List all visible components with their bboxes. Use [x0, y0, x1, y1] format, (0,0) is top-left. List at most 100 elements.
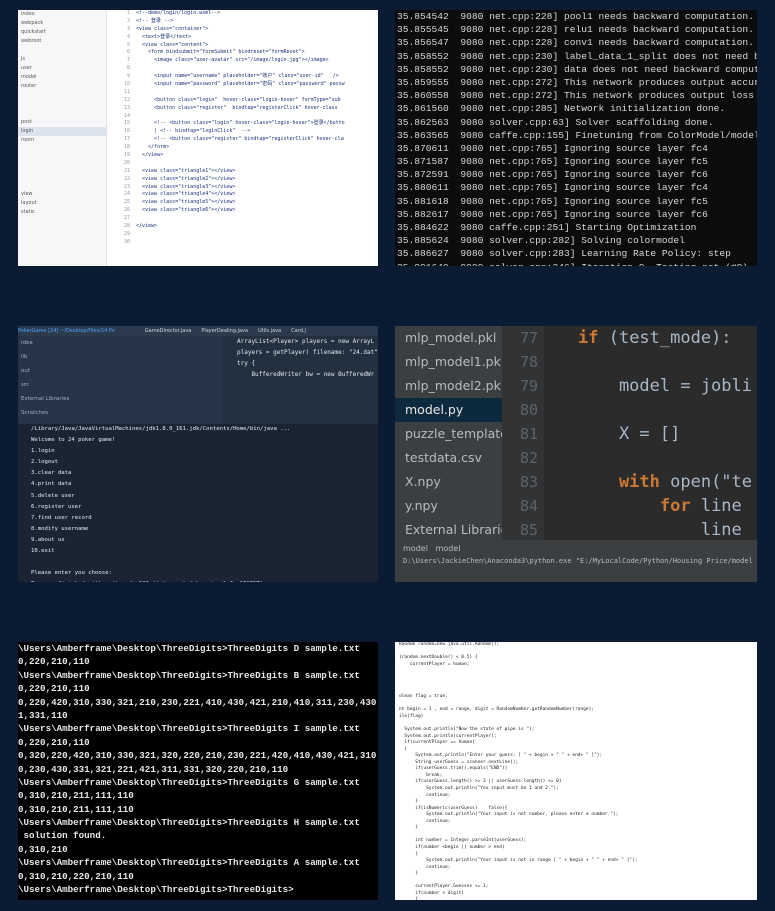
code-keyword: for: [578, 496, 691, 516]
run-panel: model model D:\Users\JackieChen\Anaconda…: [395, 540, 757, 582]
console-line: 7.find user record: [31, 514, 92, 521]
file-tree-item: [18, 109, 106, 118]
line-number: 6: [126, 49, 130, 56]
editor-tab[interactable]: PlayerDealing.java: [201, 328, 248, 334]
console-line: 35.880611 9080 net.cpp:765] Ignoring sou…: [397, 182, 708, 194]
file-item[interactable]: mlp_model1.pkl: [395, 350, 504, 374]
file-tree: index webpack quickstart webroot js user model…: [18, 10, 107, 266]
code-line: <text>登录</text>: [136, 33, 192, 40]
file-tree-item: [18, 91, 106, 100]
code-line: <!-- <button class="register" bindtap="r…: [136, 136, 344, 143]
run-tab-1[interactable]: model: [403, 544, 428, 553]
project-item: out: [21, 368, 31, 374]
file-tree-item: [18, 226, 106, 235]
console-line: 35.858552 9080 net.cpp:230] label_data_1…: [397, 50, 757, 62]
code-line: <view class="triangle3"></view>: [136, 183, 236, 190]
code-line: {: [399, 897, 418, 900]
file-tree-item: webroot: [21, 38, 42, 44]
line-number: 83: [519, 473, 538, 491]
line-number: 13: [123, 104, 130, 111]
code-keyword: with: [578, 472, 660, 492]
line-number: 14: [123, 112, 130, 119]
line-number: 1: [126, 10, 130, 16]
console-line: 35.870611 9080 net.cpp:765] Ignoring sou…: [397, 142, 708, 154]
code-line: X = []: [544, 422, 757, 446]
console-line: 0,220,420,310,330,321,210,230,221,410,43…: [18, 696, 377, 708]
code-line: <view class="triangle5"></view>: [136, 199, 236, 206]
console-line: Process finished with exit code 130 (int…: [18, 579, 378, 582]
file-tree-item: js: [21, 56, 25, 62]
project-item: lib: [21, 354, 28, 360]
console-line: 5.delete user: [31, 492, 75, 499]
console-line: \Users\Amberframe\Desktop\ThreeDigits>Th…: [18, 817, 360, 829]
code-line: </view>: [136, 223, 158, 230]
code-text: model = jobli: [578, 376, 752, 396]
file-item[interactable]: mlp_model2.pkl: [395, 374, 504, 398]
console-line: \Users\Amberframe\Desktop\ThreeDigits>Th…: [18, 884, 294, 896]
run-tab-2[interactable]: model: [436, 544, 461, 553]
line-number: 4: [126, 33, 130, 40]
code-line: <input name="password" placeholder="密码" …: [136, 81, 345, 88]
editor-tab[interactable]: Card.j: [291, 328, 306, 334]
file-item[interactable]: model.py: [395, 398, 502, 422]
file-tree-item: [18, 163, 106, 172]
line-number: 15: [123, 120, 130, 127]
file-item[interactable]: y.npy: [395, 494, 502, 518]
file-tree-item: [18, 172, 106, 181]
line-number: 29: [123, 230, 130, 237]
line-number: 78: [519, 353, 538, 371]
line-number: 28: [123, 223, 130, 230]
line-number: 3: [126, 25, 130, 32]
line-number: 12: [123, 96, 130, 103]
line-number: 21: [123, 167, 130, 174]
file-item[interactable]: External Libraries: [395, 518, 515, 542]
file-tree-item: [18, 46, 106, 55]
file-tree-item: [18, 145, 106, 154]
line-number: 16: [123, 128, 130, 135]
cmd-console-screenshot: \Users\Amberframe\Desktop\ThreeDigits>Th…: [18, 642, 378, 900]
console-line: 0,320,220,420,310,330,321,320,220,210,23…: [18, 750, 377, 762]
line-number-gutter: 1 2 3 4 5 6 7 8 9 10 11 12 13 14 15 16 17 18 19 20 21 22 23 24 2…: [110, 10, 130, 247]
code-line: <!--demo/login/login.wxml-->: [136, 10, 221, 16]
console-line: 3.clear data: [31, 470, 72, 477]
file-item[interactable]: X.npy: [395, 470, 502, 494]
line-number: 81: [519, 425, 538, 443]
file-tree-item: room: [21, 137, 34, 143]
file-tree-item: view: [21, 191, 33, 197]
console-line: 35.856547 9080 net.cpp:228] conv1 needs …: [397, 37, 754, 49]
code-line: <input name="username" placeholder="账户" …: [136, 73, 339, 80]
code-line: ArrayList<Player> players = new ArrayL: [237, 338, 375, 345]
line-number: 10: [123, 81, 130, 88]
file-tree-item: [18, 181, 106, 190]
console-line: 35.872591 9080 net.cpp:765] Ignoring sou…: [397, 169, 708, 181]
console-line: 10.exit: [31, 548, 55, 555]
file-tree-item: model: [21, 74, 37, 80]
file-item[interactable]: mlp_model.pkl: [395, 326, 502, 350]
console-line: 35.885624 9080 solver.cpp:282] Solving c…: [397, 235, 685, 247]
wxml-code: <!--demo/login/login.wxml--> <!-- 登录 --> <…: [136, 10, 378, 231]
pycharm-screenshot: mlp_model.pkl mlp_model1.pkl mlp_model2.pk…: [395, 326, 757, 582]
line-number: 20: [123, 159, 130, 166]
file-item[interactable]: puzzle_template.py: [395, 422, 527, 446]
line-number: 79: [519, 377, 538, 395]
code-line: if (test_mode):: [544, 326, 757, 350]
project-panel: idea lib out src External Libraries Scratches: [18, 336, 223, 424]
editor-tab[interactable]: GameDirector.java: [145, 328, 192, 334]
line-number-gutter: 77 78 79 80 81 82 83 84 85: [502, 326, 544, 540]
console-line: 0,310,210,220,210,110: [18, 870, 134, 882]
line-number: 25: [123, 199, 130, 206]
code-line: | <!-- bindtap="loginClick" -->: [136, 128, 251, 135]
code-text: (test_mode):: [598, 328, 732, 348]
file-item[interactable]: testdata.csv: [395, 446, 502, 470]
editor-tab-bar: PokerGame [24] ~/Desktop/Files/24 Po Game…: [18, 326, 378, 336]
code-text: line: [578, 520, 742, 540]
editor-tab[interactable]: Utils.java: [258, 328, 281, 334]
file-tree-item: webpack: [21, 20, 44, 26]
run-tabs: model model: [395, 540, 757, 555]
file-tree-item: user: [21, 65, 32, 71]
line-number: 30: [123, 238, 130, 245]
